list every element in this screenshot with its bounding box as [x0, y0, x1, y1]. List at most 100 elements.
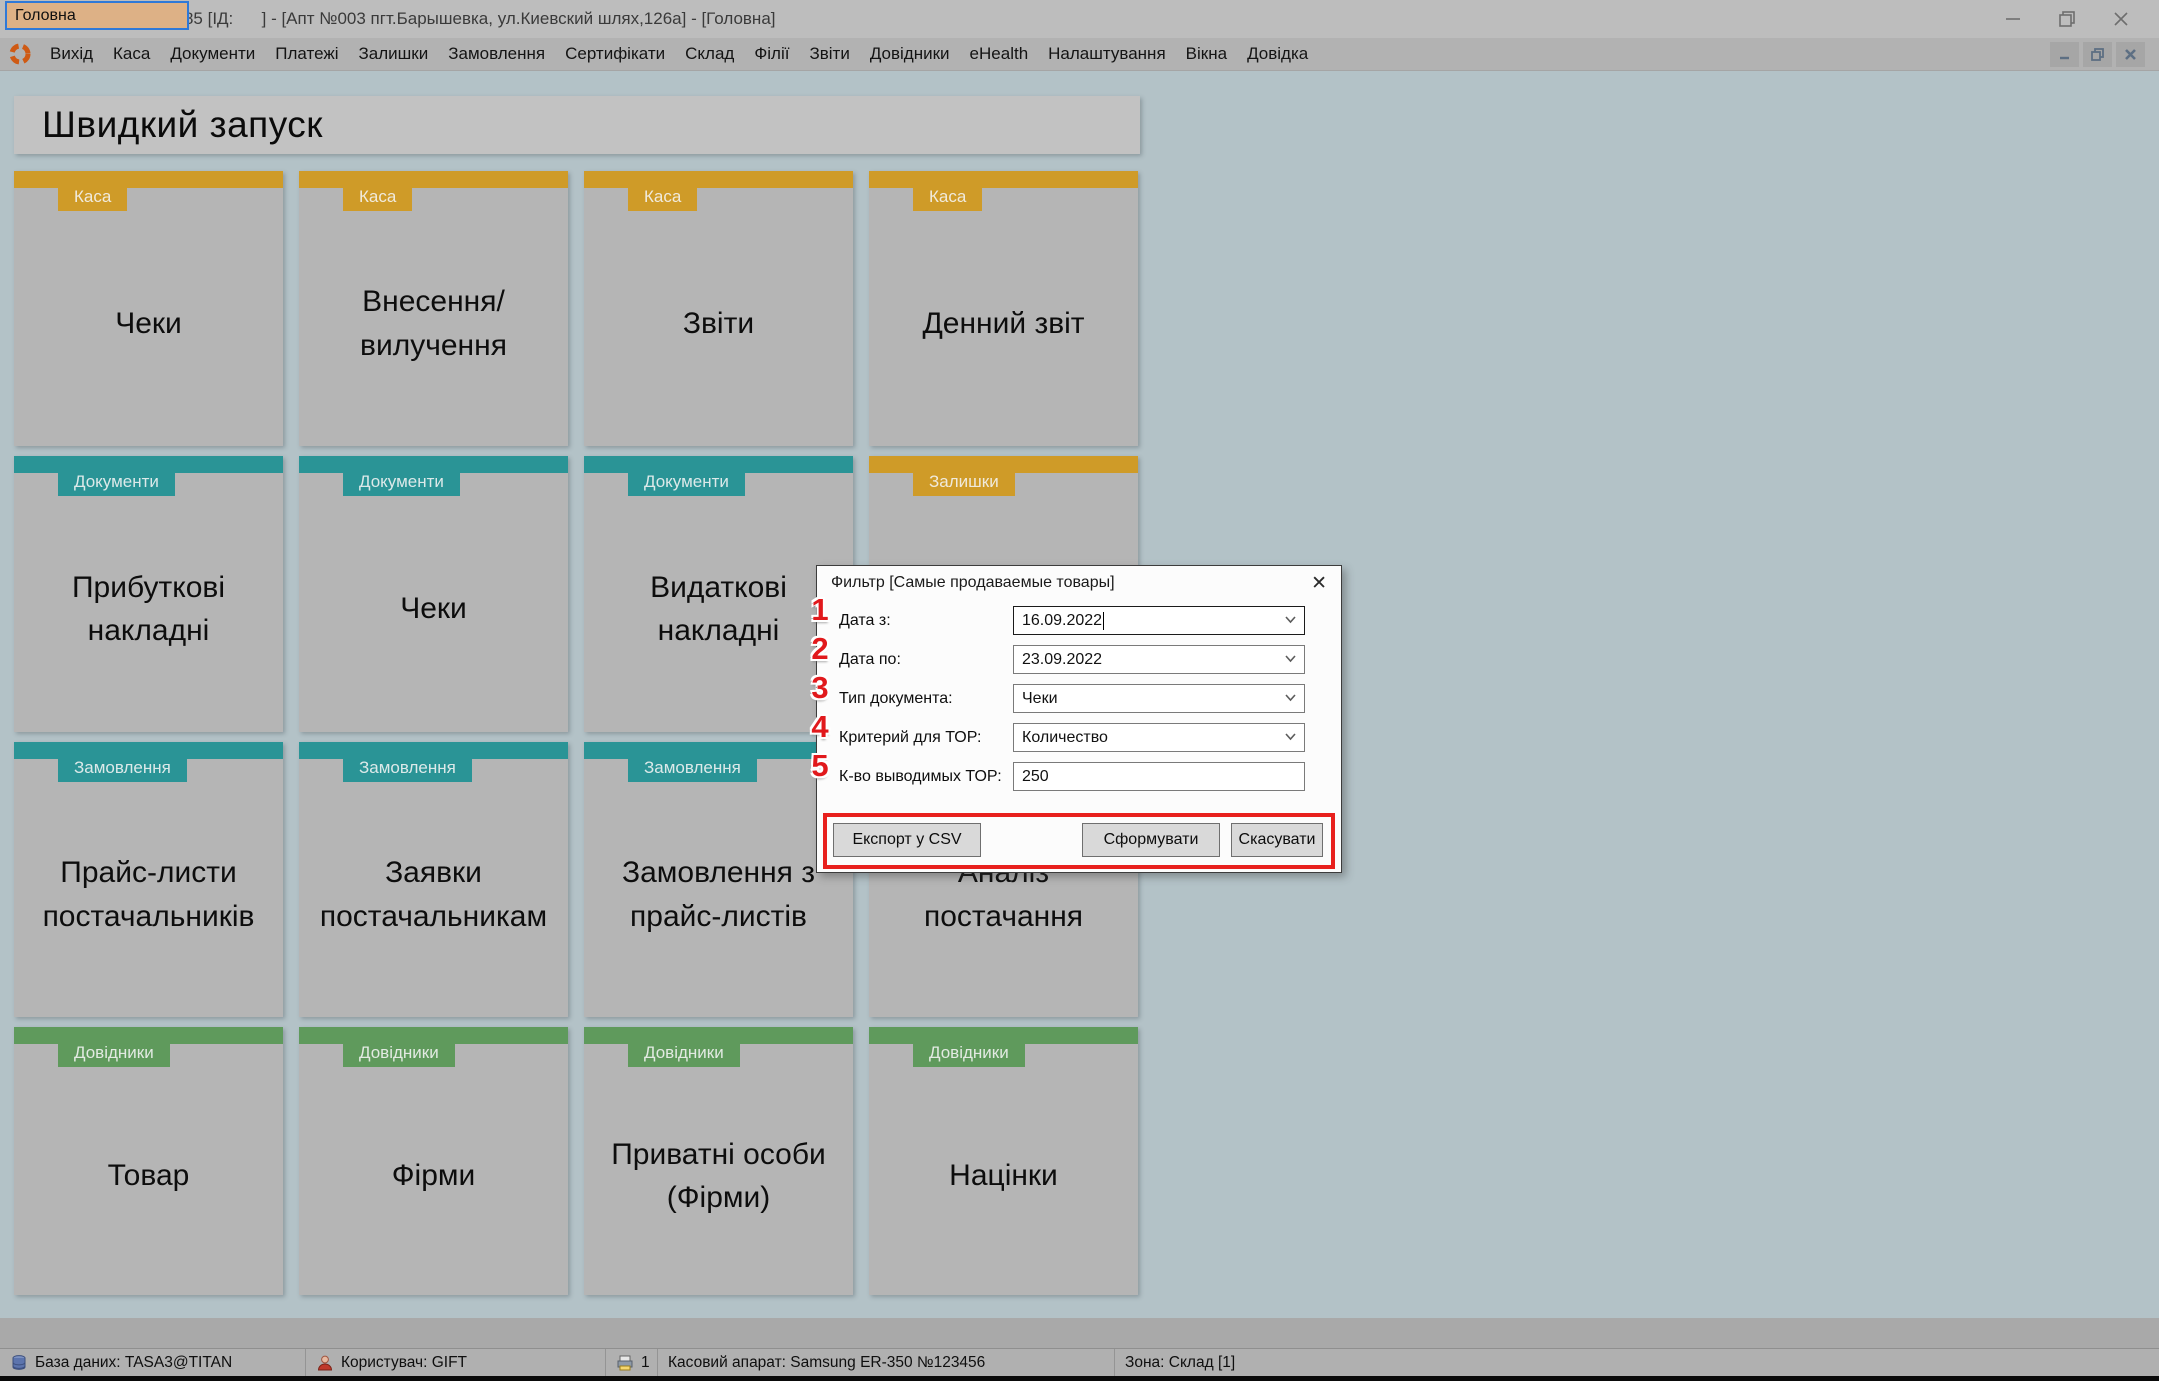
menu-item-zalyshky[interactable]: Залишки [349, 39, 439, 69]
tile-prais-lysty-postachalnykiv[interactable]: Замовлення Прайс-листи постачальників [14, 742, 283, 1017]
top-criteria-combobox[interactable]: Количество [1013, 723, 1305, 752]
menu-item-kasa[interactable]: Каса [103, 39, 160, 69]
annotation-number-4: 4 [811, 709, 829, 744]
tile-label: Приватні особи (Фірми) [611, 1137, 826, 1215]
status-zone-text: Зона: Склад [1] [1125, 1353, 1236, 1371]
mdi-restore-button[interactable] [2083, 41, 2112, 67]
printer-icon [617, 1355, 633, 1370]
menu-item-ehealth[interactable]: eHealth [960, 39, 1039, 69]
tile-natsinky[interactable]: Довідники Націнки [869, 1027, 1138, 1295]
tile-category-tag: Документи [628, 456, 745, 496]
tile-firmy[interactable]: Довідники Фірми [299, 1027, 568, 1295]
tile-cheky-kasa[interactable]: Каса Чеки [14, 171, 283, 446]
database-icon [12, 1354, 26, 1370]
mdi-minimize-button[interactable] [2050, 41, 2079, 67]
menu-item-zamovlennia[interactable]: Замовлення [438, 39, 555, 69]
menu-item-zvity[interactable]: Звіти [799, 39, 859, 69]
tile-label: Прайс-листи постачальників [42, 856, 255, 933]
menu-item-dokumenty[interactable]: Документи [160, 39, 265, 69]
menu-item-vikna[interactable]: Вікна [1176, 39, 1237, 69]
tile-category-tag: Залишки [913, 456, 1015, 496]
text-cursor [1103, 611, 1105, 630]
bottom-edge-strip [0, 1376, 2159, 1381]
tile-label: Внесення/вилучення [360, 285, 507, 362]
chevron-down-icon[interactable] [1285, 694, 1296, 702]
tab-strip [0, 1318, 2159, 1348]
quick-launch-header: Швидкий запуск [14, 96, 1140, 154]
annotation-number-3: 3 [811, 670, 829, 705]
menu-item-sertyfikaty[interactable]: Сертифікати [555, 39, 675, 69]
tile-label: Чеки [400, 592, 467, 626]
annotation-number-2: 2 [811, 631, 829, 666]
status-zone: Зона: Склад [1] [1115, 1349, 1535, 1376]
tile-strip [299, 171, 568, 188]
quick-launch-title: Швидкий запуск [42, 104, 323, 145]
date-to-label: Дата по: [839, 650, 901, 668]
top-count-input[interactable]: 250 [1013, 762, 1305, 791]
tile-strip [584, 171, 853, 188]
tab-holovna[interactable]: Головна [5, 1, 189, 30]
status-database-text: База даних: TASA3@TITAN [35, 1353, 233, 1371]
user-icon [317, 1355, 333, 1370]
minimize-button[interactable] [2003, 9, 2023, 29]
tile-pryvatni-osoby[interactable]: Довідники Приватні особи (Фірми) [584, 1027, 853, 1295]
date-from-combobox[interactable]: 16.09.2022 [1013, 606, 1305, 635]
tile-category-tag: Документи [343, 456, 460, 496]
tile-category-tag: Довідники [913, 1027, 1025, 1067]
tile-category-tag: Каса [343, 171, 413, 211]
menu-item-vyhid[interactable]: Вихід [40, 39, 103, 69]
status-printer-count: 1 [641, 1353, 650, 1371]
status-user-text: Користувач: GIFT [341, 1353, 468, 1371]
top-criteria-value: Количество [1022, 728, 1108, 746]
menu-item-nalashtuvannia[interactable]: Налаштування [1038, 39, 1176, 69]
tile-category-tag: Довідники [628, 1027, 740, 1067]
tile-label: Товар [107, 1159, 190, 1193]
tile-category-tag: Довідники [58, 1027, 170, 1067]
tile-zvity-kasa[interactable]: Каса Звіти [584, 171, 853, 446]
menu-item-filii[interactable]: Філії [744, 39, 799, 69]
menu-item-dovidnyky[interactable]: Довідники [860, 39, 960, 69]
date-to-value: 23.09.2022 [1022, 650, 1103, 668]
doc-type-combobox[interactable]: Чеки [1013, 684, 1305, 713]
tile-label: Замовлення з прайс-листів [621, 856, 816, 933]
top-count-label: К-во выводимых ТОР: [839, 767, 1002, 785]
menu-item-sklad[interactable]: Склад [675, 39, 744, 69]
tile-prybutkovi-nakladni[interactable]: Документи Прибуткові накладні [14, 456, 283, 732]
tile-category-tag: Замовлення [58, 742, 187, 782]
status-cash-register: Касовий апарат: Samsung ER-350 №123456 [658, 1349, 1115, 1376]
chevron-down-icon[interactable] [1285, 733, 1296, 741]
tile-category-tag: Каса [913, 171, 983, 211]
tile-tovar[interactable]: Довідники Товар [14, 1027, 283, 1295]
date-from-value: 16.09.2022 [1022, 611, 1103, 629]
restore-button[interactable] [2057, 9, 2077, 29]
tile-dennyi-zvit[interactable]: Каса Денний звіт [869, 171, 1138, 446]
status-user: Користувач: GIFT [306, 1349, 606, 1376]
dialog-close-icon[interactable]: ✕ [1311, 574, 1327, 593]
menu-item-dovidka[interactable]: Довідка [1237, 39, 1318, 69]
tile-strip [869, 171, 1138, 188]
dialog-title-bar[interactable]: Фильтр [Самые продаваемые товары] ✕ [817, 566, 1341, 600]
tile-cheky-dokumenty[interactable]: Документи Чеки [299, 456, 568, 732]
tile-zaiavky-postachalnykam[interactable]: Замовлення Заявки постачальникам [299, 742, 568, 1017]
status-printer: 1 [606, 1349, 658, 1376]
tile-label: Заявки постачальникам [319, 856, 548, 933]
tile-strip [14, 171, 283, 188]
dialog-title: Фильтр [Самые продаваемые товары] [831, 574, 1115, 591]
date-from-label: Дата з: [839, 611, 891, 629]
tile-vnesennia-vyluchennia[interactable]: Каса Внесення/вилучення [299, 171, 568, 446]
date-to-combobox[interactable]: 23.09.2022 [1013, 645, 1305, 674]
annotation-number-5: 5 [811, 748, 829, 783]
tile-category-tag: Каса [628, 171, 698, 211]
menu-bar: Вихід Каса Документи Платежі Залишки Зам… [0, 38, 2159, 71]
chevron-down-icon[interactable] [1285, 655, 1296, 663]
tile-label: Денний звіт [922, 306, 1085, 340]
tile-category-tag: Документи [58, 456, 175, 496]
filter-dialog: Фильтр [Самые продаваемые товары] ✕ Дата… [811, 565, 1342, 873]
chevron-down-icon[interactable] [1285, 616, 1296, 624]
menu-item-platezhi[interactable]: Платежі [265, 39, 348, 69]
mdi-close-button[interactable] [2116, 41, 2145, 67]
top-count-value: 250 [1022, 767, 1049, 785]
annotation-number-1: 1 [811, 592, 829, 627]
close-button[interactable] [2111, 9, 2131, 29]
tile-category-tag: Замовлення [343, 742, 472, 782]
